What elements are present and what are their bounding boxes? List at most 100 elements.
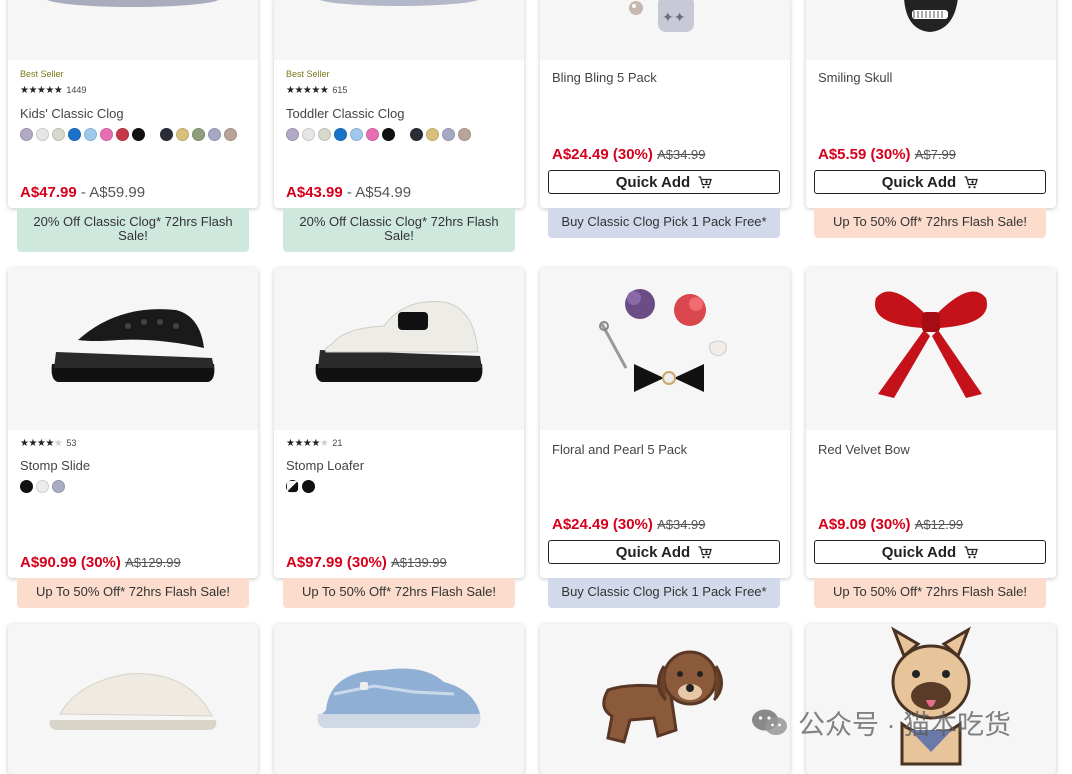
cart-plus-icon [698, 175, 713, 188]
swatch[interactable] [302, 128, 315, 141]
color-swatches [20, 128, 237, 141]
swatch[interactable] [84, 128, 97, 141]
swatch[interactable] [116, 128, 129, 141]
product-name[interactable]: Smiling Skull [818, 70, 892, 85]
review-count: 615 [332, 85, 348, 95]
rating-stars: ★★★★★ 1449 [20, 85, 87, 96]
swatch[interactable] [224, 128, 237, 141]
product-card-smiling-skull[interactable]: Smiling Skull A$5.59 (30%) A$7.99 Quick … [806, 0, 1056, 208]
price: A$24.49 (30%) A$34.99 [552, 146, 706, 163]
product-image[interactable] [274, 624, 524, 774]
quick-add-label: Quick Add [881, 543, 957, 561]
product-card-white-clog[interactable] [8, 624, 258, 774]
product-card-toddler-classic-clog[interactable]: Best Seller ★★★★★ 615 Toddler Classic Clo… [274, 0, 524, 208]
quick-add-button[interactable]: Quick Add [548, 540, 780, 564]
promo-banner[interactable]: Up To 50% Off* 72hrs Flash Sale! [814, 578, 1046, 608]
swatch[interactable] [318, 128, 331, 141]
product-image[interactable] [8, 0, 258, 60]
swatch[interactable] [410, 128, 423, 141]
watermark-prefix: 公众号 · [798, 710, 903, 740]
product-name[interactable]: Red Velvet Bow [818, 442, 910, 457]
product-card-denim-clog[interactable] [274, 624, 524, 774]
swatch[interactable] [426, 128, 439, 141]
swatch[interactable] [100, 128, 113, 141]
swatch[interactable] [176, 128, 189, 141]
mule-image [49, 673, 217, 730]
quick-add-label: Quick Add [615, 173, 691, 191]
price-separator: - [76, 184, 90, 201]
original-price: A$139.99 [391, 555, 447, 570]
promo-banner[interactable]: Up To 50% Off* 72hrs Flash Sale! [283, 578, 515, 608]
product-card-stomp-loafer[interactable]: ★★★★★ 21 Stomp Loafer A$97.99 (30%) A$139… [274, 268, 524, 578]
swatch[interactable] [286, 128, 299, 141]
product-image[interactable] [540, 624, 790, 774]
product-card-red-velvet-bow[interactable]: Red Velvet Bow A$9.09 (30%) A$12.99 Quic… [806, 268, 1056, 578]
sale-price: A$97.99 (30%) [286, 554, 387, 571]
swatch[interactable] [20, 480, 33, 493]
product-image[interactable] [274, 268, 524, 430]
product-name[interactable]: Stomp Slide [20, 458, 90, 473]
price-separator: - [342, 184, 356, 201]
product-image[interactable] [806, 0, 1056, 60]
cart-plus-icon [964, 545, 979, 558]
product-image[interactable] [8, 624, 258, 774]
rating-stars: ★★★★★ 615 [286, 85, 348, 96]
product-name[interactable]: Floral and Pearl 5 Pack [552, 442, 687, 457]
product-card-floral-pearl[interactable]: Floral and Pearl 5 Pack A$24.49 (30%) A$… [540, 268, 790, 578]
promo-banner[interactable]: 20% Off Classic Clog* 72hrs Flash Sale! [17, 208, 249, 252]
rating-stars: ★★★★★ 21 [286, 438, 343, 449]
original-price: A$59.99 [89, 184, 146, 201]
swatch[interactable] [458, 128, 471, 141]
product-card-stomp-slide[interactable]: ★★★★★ 53 Stomp Slide A$90.99 (30%) A$129.… [8, 268, 258, 578]
swatch[interactable] [52, 128, 65, 141]
cart-plus-icon [698, 545, 713, 558]
swatch[interactable] [52, 480, 65, 493]
swatch[interactable] [208, 128, 221, 141]
best-seller-badge: Best Seller [20, 69, 64, 79]
swatch[interactable] [68, 128, 81, 141]
color-swatches [286, 128, 471, 141]
promo-banner[interactable]: 20% Off Classic Clog* 72hrs Flash Sale! [283, 208, 515, 252]
skull-charm-image [904, 0, 958, 32]
swatch[interactable] [132, 128, 145, 141]
price: A$97.99 (30%) A$139.99 [286, 554, 447, 571]
product-card-dog-charm[interactable] [540, 624, 790, 774]
swatch[interactable] [382, 128, 395, 141]
promo-banner[interactable]: Up To 50% Off* 72hrs Flash Sale! [17, 578, 249, 608]
promo-banner[interactable]: Buy Classic Clog Pick 1 Pack Free* [548, 208, 780, 238]
product-image[interactable] [806, 268, 1056, 430]
swatch[interactable] [20, 128, 33, 141]
quick-add-button[interactable]: Quick Add [548, 170, 780, 194]
product-image[interactable] [8, 268, 258, 430]
product-image[interactable] [540, 268, 790, 430]
swatch[interactable] [36, 480, 49, 493]
quick-add-button[interactable]: Quick Add [814, 540, 1046, 564]
quick-add-button[interactable]: Quick Add [814, 170, 1046, 194]
swatch[interactable] [302, 480, 315, 493]
dog-charm-image [602, 650, 723, 744]
product-image[interactable] [274, 0, 524, 60]
price: A$90.99 (30%) A$129.99 [20, 554, 181, 571]
product-name[interactable]: Kids' Classic Clog [20, 106, 124, 121]
swatch[interactable] [192, 128, 205, 141]
product-image[interactable] [806, 624, 1056, 774]
swatch[interactable] [334, 128, 347, 141]
promo-banner[interactable]: Buy Classic Clog Pick 1 Pack Free* [548, 578, 780, 608]
price: A$47.99 - A$59.99 [20, 184, 145, 201]
product-name[interactable]: Bling Bling 5 Pack [552, 70, 657, 85]
swatch[interactable] [350, 128, 363, 141]
swatch[interactable] [366, 128, 379, 141]
product-card-bulldog-charm[interactable] [806, 624, 1056, 774]
promo-banner[interactable]: Up To 50% Off* 72hrs Flash Sale! [814, 208, 1046, 238]
product-name[interactable]: Toddler Classic Clog [286, 106, 405, 121]
color-swatches [286, 480, 315, 493]
product-name[interactable]: Stomp Loafer [286, 458, 364, 473]
product-card-bling-bling[interactable]: ✦✦ Bling Bling 5 Pack A$24.49 (30%) A$34… [540, 0, 790, 208]
product-image[interactable]: ✦✦ [540, 0, 790, 60]
swatch[interactable] [286, 480, 299, 493]
swatch[interactable] [160, 128, 173, 141]
swatch[interactable] [36, 128, 49, 141]
original-price: A$129.99 [125, 555, 181, 570]
product-card-kids-classic-clog[interactable]: Best Seller ★★★★★ 1449 Kids' Classic Clog… [8, 0, 258, 208]
swatch[interactable] [442, 128, 455, 141]
